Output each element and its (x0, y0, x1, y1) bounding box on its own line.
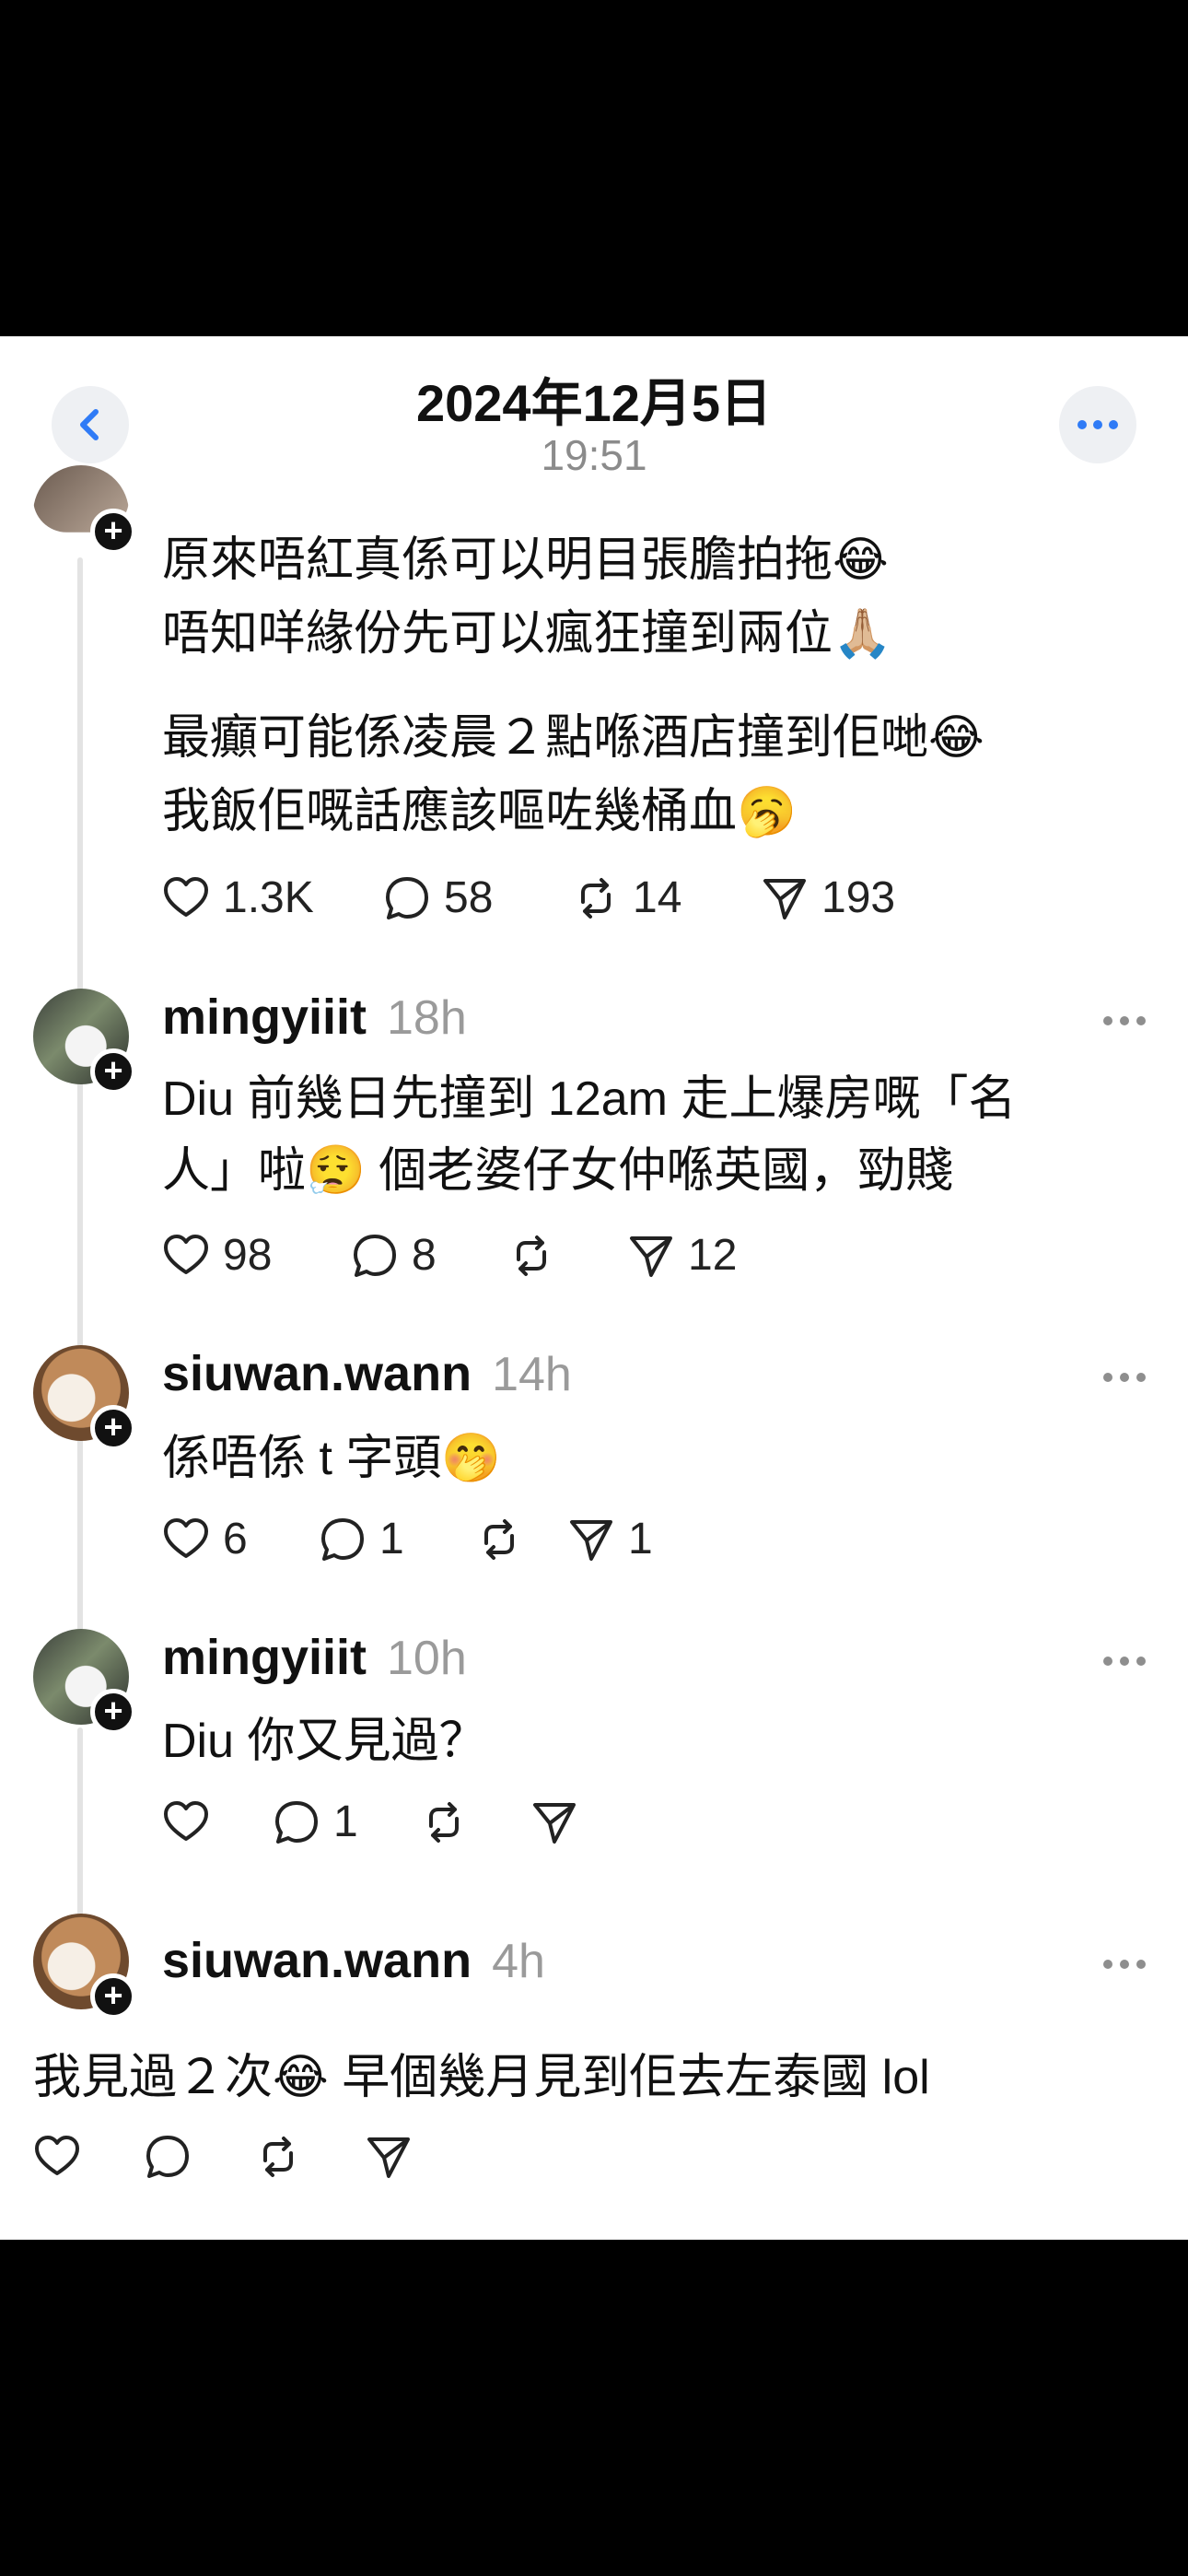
like-count: 1.3K (223, 873, 314, 922)
post-actions (33, 2133, 413, 2181)
follow-plus-icon[interactable]: + (90, 1048, 136, 1095)
share-button[interactable]: 12 (627, 1230, 737, 1281)
like-button[interactable]: 1.3K (162, 872, 383, 923)
like-button[interactable] (33, 2133, 144, 2181)
post-actions: 98 8 12 (162, 1230, 737, 1281)
reply-count: 8 (412, 1231, 437, 1280)
heart-icon (35, 2136, 79, 2175)
reply-button[interactable]: 1 (273, 1797, 420, 1847)
post-menu-icon[interactable] (1103, 1016, 1146, 1025)
comment-icon (146, 2136, 189, 2178)
post-age: 18h (387, 991, 467, 1045)
post-age: 10h (387, 1632, 467, 1685)
heart-icon (164, 1234, 208, 1274)
share-count: 1 (628, 1515, 653, 1563)
reply-button[interactable] (144, 2133, 254, 2181)
share-button[interactable]: 1 (567, 1514, 653, 1564)
reply-count: 1 (333, 1797, 358, 1846)
username[interactable]: mingyiiit 10h (162, 1629, 467, 1686)
post-menu-icon[interactable] (1103, 1657, 1146, 1666)
reply-button[interactable]: 1 (319, 1514, 475, 1564)
thread-time: 19:51 (541, 431, 647, 479)
comment-icon (275, 1800, 318, 1844)
post-text-line: Diu 前幾日先撞到 12am 走上爆房嘅「名 (162, 1072, 1017, 1126)
reply-count: 58 (444, 873, 494, 922)
heart-icon (164, 876, 208, 917)
post-age: 14h (492, 1348, 572, 1401)
post-text-line: 人」啦😮‍💨 個老婆仔女仲喺英國，勁賤 (162, 1144, 954, 1198)
share-button[interactable] (530, 1798, 591, 1846)
follow-plus-icon[interactable]: + (90, 509, 136, 555)
post-actions: 6 1 1 (162, 1514, 653, 1564)
share-count: 193 (821, 873, 896, 922)
send-icon (630, 1235, 672, 1277)
post-text-line: Diu 你又見過？ (162, 1715, 487, 1768)
follow-plus-icon[interactable]: + (90, 1973, 136, 2020)
post-text-line: 我見過２次😂 早個幾月見到佢去左泰國 lol (33, 2051, 930, 2104)
more-dots-icon (1077, 420, 1118, 429)
send-icon (533, 1802, 576, 1844)
repost-button[interactable] (254, 2133, 365, 2181)
post-menu-icon[interactable] (1103, 1960, 1146, 1969)
heart-icon (164, 1800, 208, 1841)
share-count: 12 (688, 1231, 738, 1280)
post-text-line: 原來唔紅真係可以明目張膽拍拖😂 (162, 533, 889, 587)
send-icon (570, 1519, 612, 1561)
repost-icon (429, 1801, 459, 1843)
repost-icon (581, 877, 611, 919)
share-button[interactable]: 193 (761, 872, 895, 923)
post-text-line: 我飯佢嘅話應該嘔咗幾桶血🥱 (162, 785, 797, 838)
like-count: 98 (223, 1231, 273, 1280)
heart-icon (164, 1517, 208, 1558)
repost-icon (263, 2137, 293, 2177)
post-actions: 1.3K 58 14 193 (162, 872, 895, 923)
repost-count: 14 (633, 873, 682, 922)
repost-button[interactable] (507, 1232, 627, 1280)
send-icon (367, 2137, 410, 2178)
post-text-line: 最癲可能係凌晨２點喺酒店撞到佢哋😂 (162, 711, 984, 765)
like-button[interactable]: 98 (162, 1230, 351, 1281)
thread-view: 2024年12月5日 19:51 + 原來唔紅真係可以明目張膽拍拖😂 唔知咩緣份… (0, 336, 1188, 2240)
follow-plus-icon[interactable]: + (90, 1689, 136, 1735)
send-icon (763, 878, 806, 919)
username[interactable]: siuwan.wann 14h (162, 1345, 572, 1402)
like-count: 6 (223, 1515, 248, 1563)
post-text-line: 係唔係 t 字頭🤭 (162, 1432, 502, 1485)
comment-icon (354, 1234, 396, 1277)
follow-plus-icon[interactable]: + (90, 1405, 136, 1451)
reply-button[interactable]: 58 (383, 872, 572, 923)
repost-icon (517, 1235, 546, 1276)
username[interactable]: mingyiiit 18h (162, 989, 467, 1046)
post-actions: 1 (162, 1797, 591, 1847)
comment-icon (386, 876, 428, 919)
repost-button[interactable]: 14 (572, 872, 761, 923)
repost-button[interactable] (420, 1798, 530, 1846)
thread-date: 2024年12月5日 (415, 374, 772, 432)
comment-icon (321, 1517, 364, 1561)
repost-icon (484, 1518, 514, 1560)
username[interactable]: siuwan.wann 4h (162, 1932, 545, 1989)
post-age: 4h (492, 1935, 545, 1988)
like-button[interactable] (162, 1798, 273, 1846)
like-button[interactable]: 6 (162, 1514, 319, 1564)
reply-button[interactable]: 8 (351, 1230, 507, 1281)
post-text-line: 唔知咩緣份先可以瘋狂撞到兩位🙏🏼 (162, 607, 892, 661)
share-button[interactable] (365, 2133, 413, 2181)
post-menu-icon[interactable] (1103, 1373, 1146, 1382)
more-options-button[interactable] (1059, 386, 1136, 463)
reply-count: 1 (379, 1515, 404, 1563)
repost-button[interactable] (475, 1516, 567, 1563)
thread-connector (77, 1096, 83, 1502)
